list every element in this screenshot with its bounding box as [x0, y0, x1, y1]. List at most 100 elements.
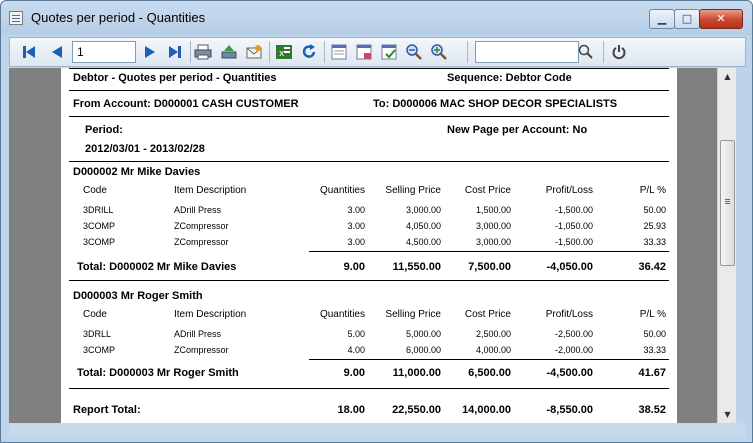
previous-page-icon[interactable] [46, 41, 68, 63]
column-header-code: Code [83, 309, 107, 320]
column-header-pl-percent: P/L % [639, 309, 666, 320]
excel-export-icon[interactable]: x [273, 41, 295, 63]
cell-cost-price: 3,000.00 [475, 237, 511, 247]
group-heading: D000003 Mr Roger Smith [73, 290, 203, 302]
scroll-up-icon[interactable]: ▲ [718, 68, 737, 85]
new-page-setting: New Page per Account: No [447, 124, 588, 136]
maximize-button[interactable]: □ [674, 9, 700, 29]
refresh-icon[interactable] [298, 41, 320, 63]
cell-profit-loss: -2,000.00 [554, 345, 593, 355]
cell-profit-loss: -1,050.00 [554, 221, 593, 231]
total-cost-price: 6,500.00 [468, 367, 511, 379]
zoom-out-icon[interactable] [403, 41, 425, 63]
print-icon[interactable] [192, 41, 214, 63]
report-preview-area[interactable]: Debtor - Quotes per period - Quantities … [9, 68, 717, 423]
cell-pl-percent: 33.33 [643, 237, 666, 247]
cell-pl-percent: 25.93 [643, 221, 666, 231]
group-total-label: Total: D000002 Mr Mike Davies [77, 261, 237, 273]
cell-quantity: 3.00 [347, 205, 365, 215]
total-selling-price: 11,550.00 [392, 261, 441, 273]
toolbar-separator [603, 41, 604, 63]
cell-selling-price: 4,050.00 [405, 221, 441, 231]
period-value: 2012/03/01 - 2013/02/28 [85, 143, 205, 155]
column-header-selling-price: Selling Price [385, 309, 441, 320]
column-header-description: Item Description [174, 185, 247, 196]
first-page-icon[interactable] [18, 41, 40, 63]
cell-cost-price: 1,500.00 [475, 205, 511, 215]
cell-profit-loss: -1,500.00 [554, 205, 593, 215]
cell-code: 3COMP [83, 345, 116, 355]
cell-cost-price: 4,000.00 [475, 345, 511, 355]
toolbar-separator [269, 41, 270, 63]
window-bottom-frame [9, 423, 746, 437]
divider [69, 280, 669, 281]
search-icon[interactable] [575, 41, 597, 63]
report-total-selling-price: 22,550.00 [392, 404, 441, 416]
zoom-in-icon[interactable] [428, 41, 450, 63]
column-header-pl-percent: P/L % [639, 185, 666, 196]
minimize-button[interactable]: ▁ [649, 9, 675, 29]
divider [69, 161, 669, 162]
column-header-cost-price: Cost Price [464, 309, 511, 320]
cell-selling-price: 3,000.00 [405, 205, 441, 215]
app-icon [9, 11, 23, 25]
report-total-quantity: 18.00 [337, 404, 365, 416]
cell-cost-price: 3,000.00 [475, 221, 511, 231]
group-heading: D000002 Mr Mike Davies [73, 166, 201, 178]
subtotal-rule [309, 251, 669, 252]
report-total-label: Report Total: [73, 404, 141, 416]
cell-code: 3DRILL [83, 205, 114, 215]
cell-code: 3COMP [83, 237, 116, 247]
cell-selling-price: 5,000.00 [405, 329, 441, 339]
total-profit-loss: -4,500.00 [546, 367, 593, 379]
column-header-code: Code [83, 185, 107, 196]
cell-code: 3COMP [83, 221, 116, 231]
report-total-cost-price: 14,000.00 [462, 404, 511, 416]
page-setup-icon[interactable] [353, 41, 375, 63]
cell-selling-price: 6,000.00 [405, 345, 441, 355]
scrollbar-thumb[interactable] [720, 140, 735, 266]
cell-description: ADrill Press [174, 329, 222, 339]
vertical-scrollbar[interactable]: ▲ ▼ [717, 68, 736, 423]
cell-pl-percent: 50.00 [643, 205, 666, 215]
window-title: Quotes per period - Quantities [31, 10, 206, 25]
page-layout-icon[interactable] [328, 41, 350, 63]
cell-description: ZCompressor [174, 221, 229, 231]
total-cost-price: 7,500.00 [468, 261, 511, 273]
toolbar-separator [467, 41, 468, 63]
cell-profit-loss: -1,500.00 [554, 237, 593, 247]
email-icon[interactable] [243, 41, 265, 63]
parameters-icon[interactable] [378, 41, 400, 63]
report-viewer-window: Quotes per period - Quantities ▁ □ ✕ 1 x… [0, 0, 753, 443]
cell-description: ADrill Press [174, 205, 222, 215]
search-input[interactable] [475, 41, 579, 63]
divider [69, 388, 669, 389]
cell-pl-percent: 33.33 [643, 345, 666, 355]
export-icon[interactable] [218, 41, 240, 63]
cell-quantity: 5.00 [347, 329, 365, 339]
next-page-icon[interactable] [139, 41, 161, 63]
cell-pl-percent: 50.00 [643, 329, 666, 339]
cell-description: ZCompressor [174, 237, 229, 247]
total-quantity: 9.00 [343, 261, 365, 273]
to-account: To: D000006 MAC SHOP DECOR SPECIALISTS [373, 98, 618, 110]
report-page: Debtor - Quotes per period - Quantities … [61, 68, 677, 423]
divider [69, 90, 669, 91]
period-label: Period: [85, 124, 123, 136]
cell-quantity: 3.00 [347, 237, 365, 247]
subtotal-rule [309, 359, 669, 360]
page-number-input[interactable] [72, 41, 136, 63]
cell-description: ZCompressor [174, 345, 229, 355]
title-bar[interactable]: Quotes per period - Quantities ▁ □ ✕ [1, 1, 752, 35]
report-total-pl-percent: 38.52 [638, 404, 666, 416]
last-page-icon[interactable] [164, 41, 186, 63]
column-header-selling-price: Selling Price [385, 185, 441, 196]
group-total-label: Total: D000003 Mr Roger Smith [77, 367, 239, 379]
total-selling-price: 11,000.00 [392, 367, 441, 379]
power-icon[interactable] [608, 41, 630, 63]
scroll-down-icon[interactable]: ▼ [718, 406, 737, 423]
divider [69, 116, 669, 117]
column-header-description: Item Description [174, 309, 247, 320]
close-button[interactable]: ✕ [699, 9, 743, 29]
report-title: Debtor - Quotes per period - Quantities [73, 72, 277, 84]
